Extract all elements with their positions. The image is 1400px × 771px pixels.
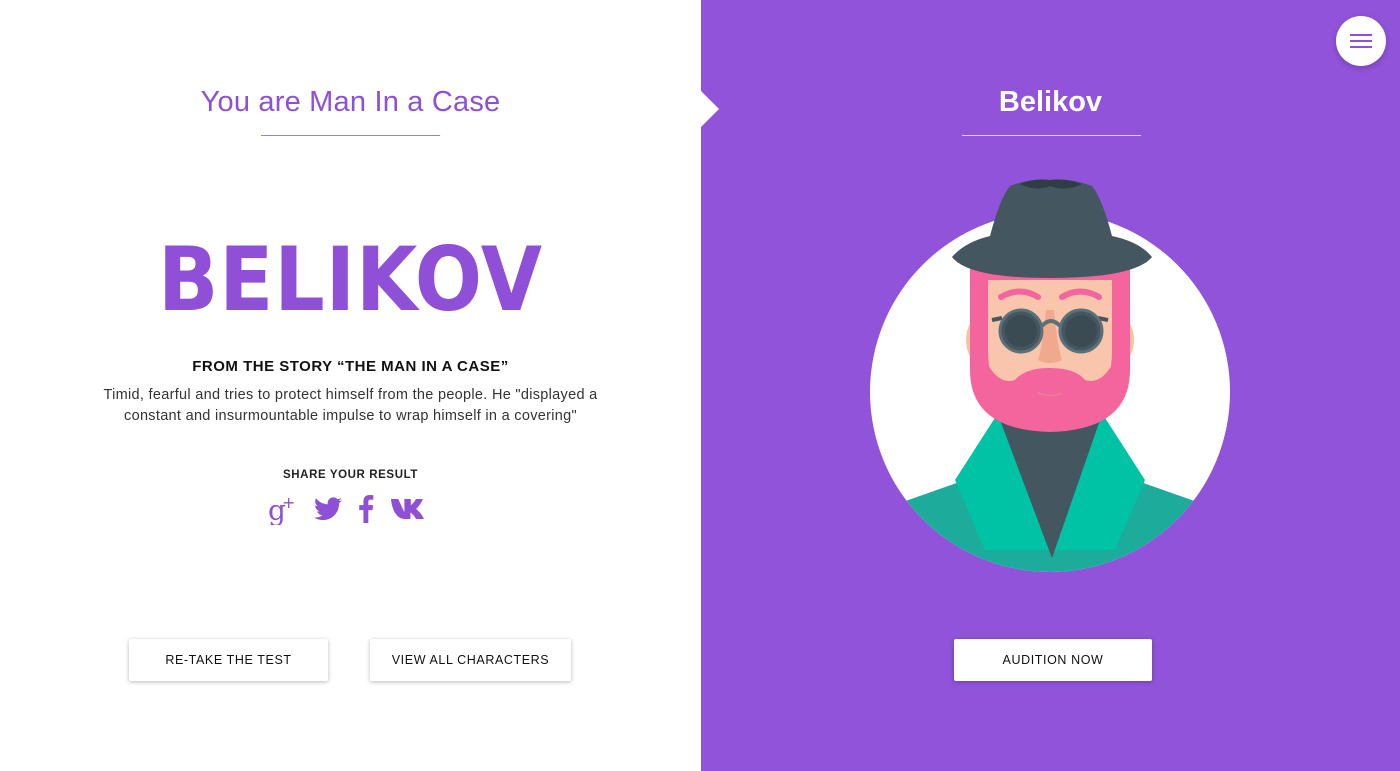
story-title: FROM THE STORY “THE MAN IN A CASE”	[192, 358, 509, 375]
result-heading: You are Man In a Case	[200, 86, 501, 118]
vk-icon[interactable]	[390, 497, 430, 521]
facebook-icon[interactable]	[358, 495, 374, 523]
share-label: SHARE YOUR RESULT	[282, 469, 418, 481]
twitter-icon[interactable]	[314, 497, 342, 521]
menu-button[interactable]	[1336, 16, 1386, 66]
character-name-heading: Belikov	[998, 86, 1103, 118]
svg-text:+: +	[282, 493, 295, 512]
character-name-title: BELIKOV	[157, 228, 544, 331]
hamburger-icon	[1350, 34, 1372, 48]
audition-now-button[interactable]: AUDITION NOW	[954, 639, 1152, 681]
character-name-underline	[962, 135, 1141, 136]
share-icons: g +	[266, 492, 446, 526]
retake-test-button[interactable]: RE-TAKE THE TEST	[129, 639, 328, 681]
result-heading-underline	[261, 135, 440, 136]
google-plus-icon[interactable]: g +	[266, 493, 298, 525]
character-description: Timid, fearful and tries to protect hims…	[103, 387, 598, 424]
character-avatar	[870, 179, 1230, 572]
view-all-characters-button[interactable]: VIEW ALL CHARACTERS	[370, 639, 571, 681]
